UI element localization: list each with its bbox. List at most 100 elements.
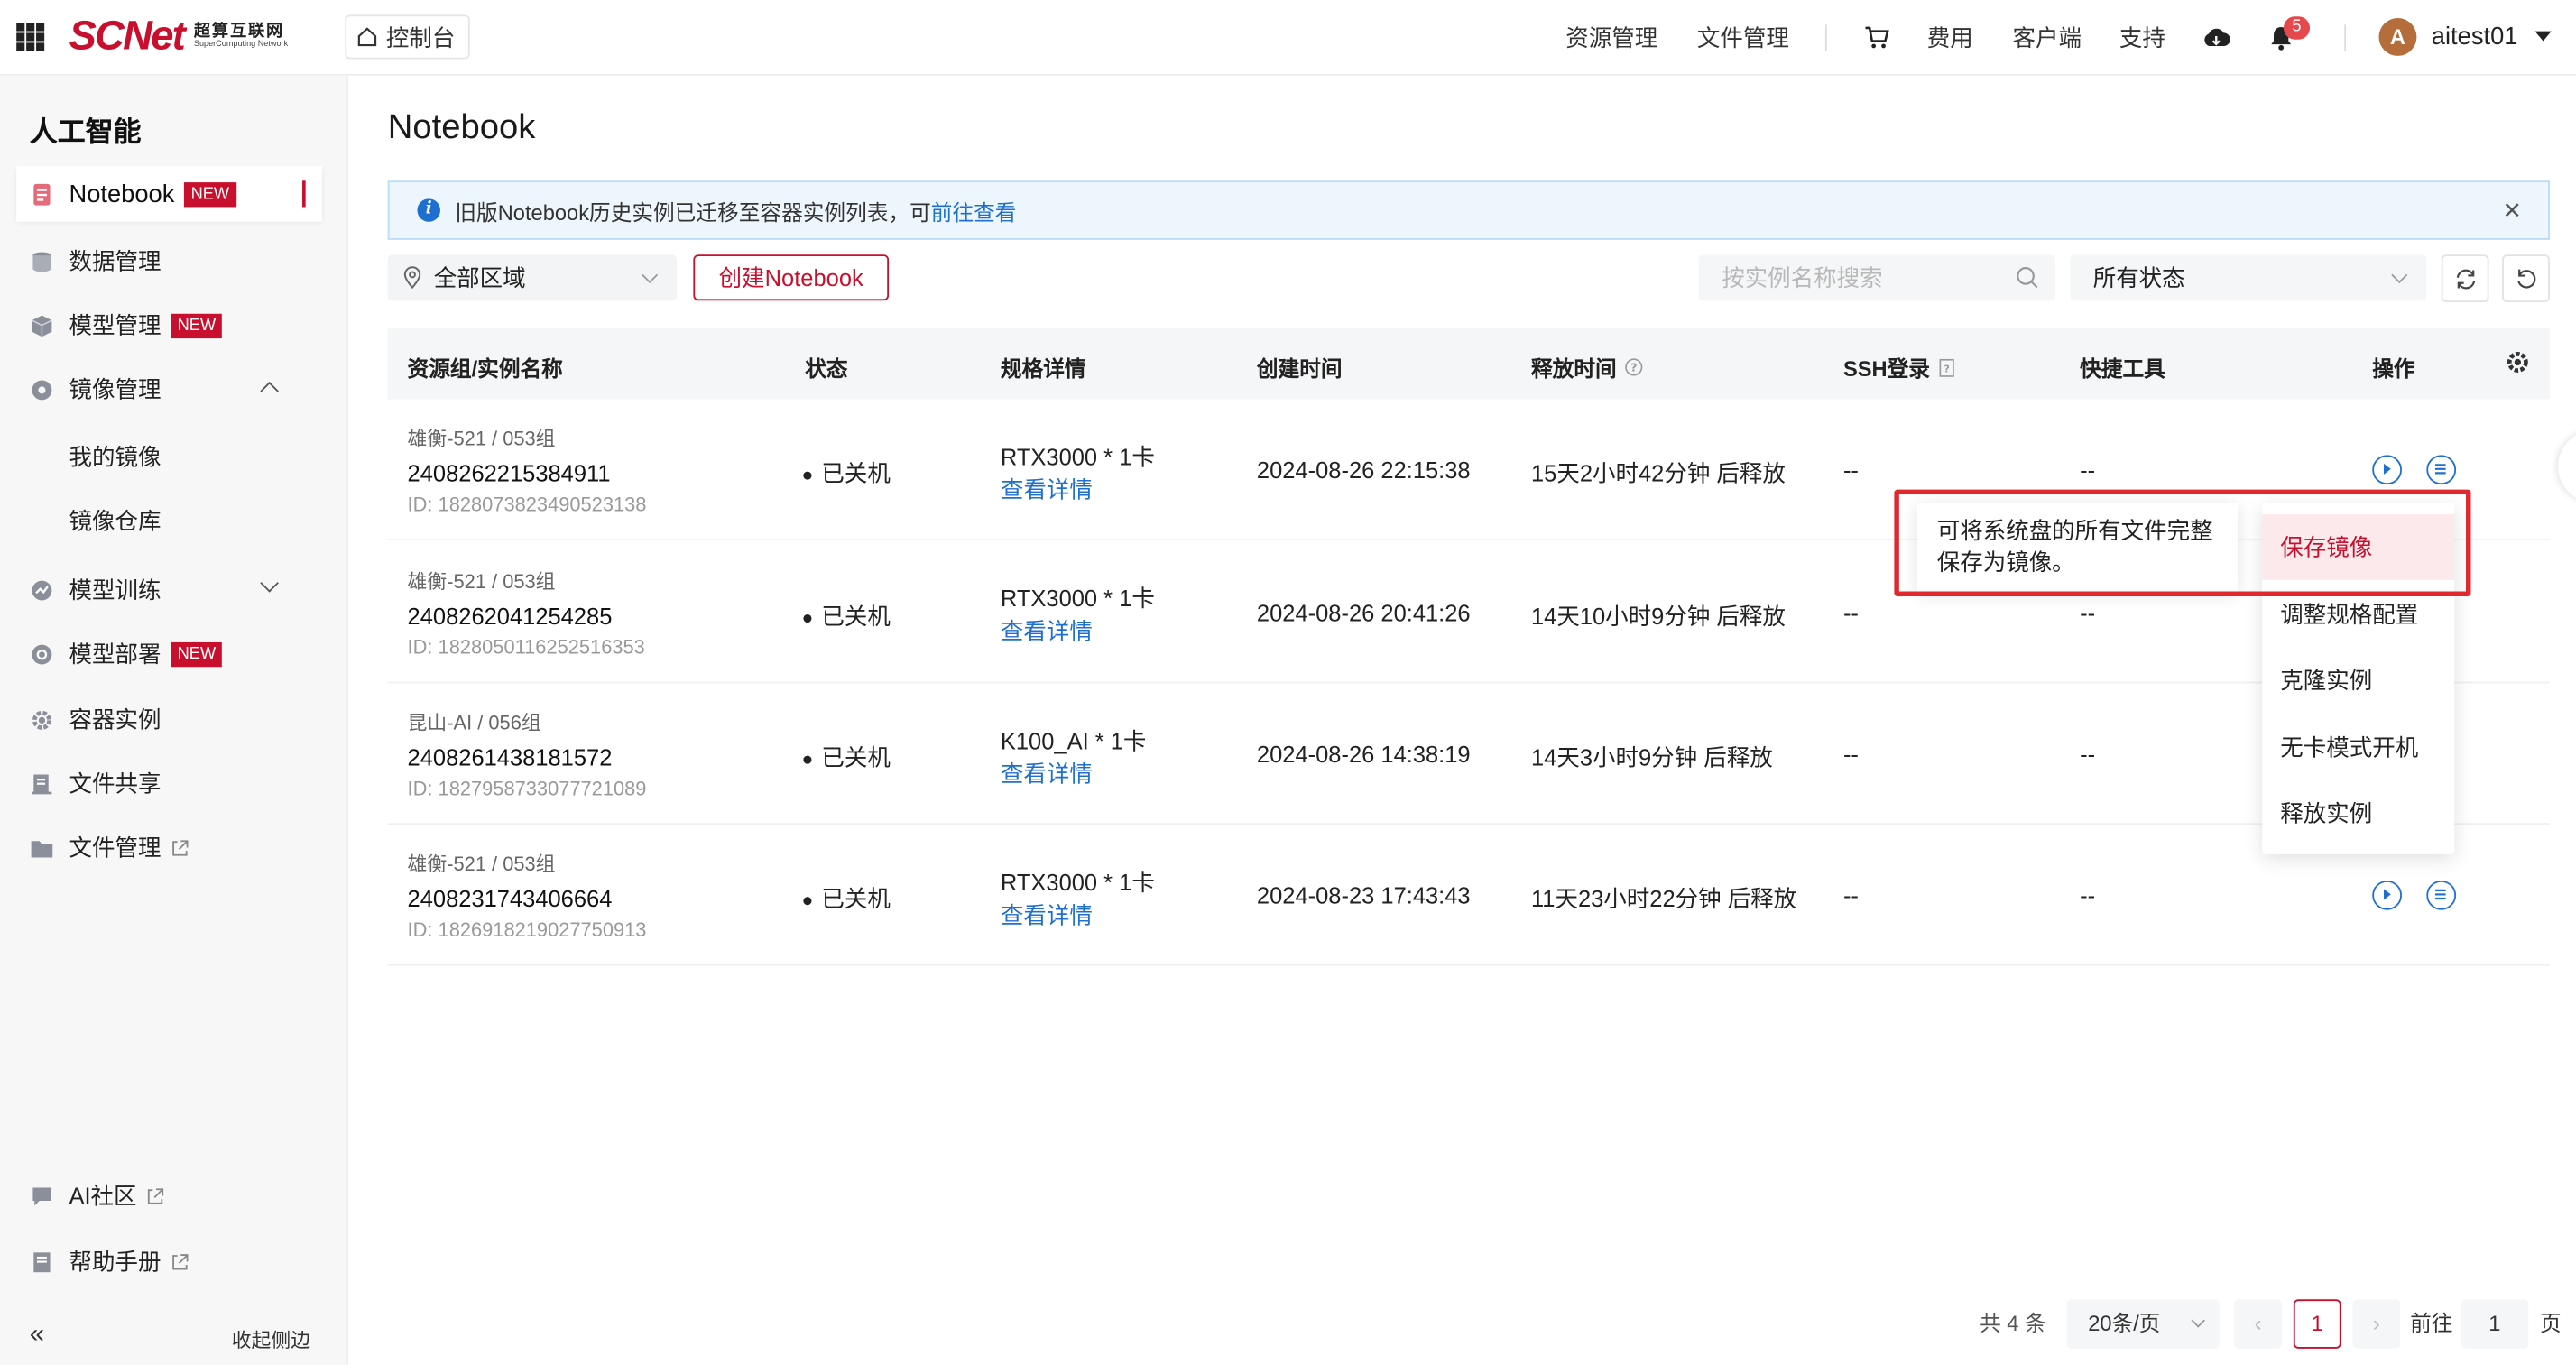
search-input[interactable]: [1698, 254, 2011, 301]
file-share-icon: [32, 773, 52, 794]
view-details-link[interactable]: 查看详情: [1001, 614, 1093, 647]
sync-icon: [2455, 268, 2475, 289]
cloud-download-icon[interactable]: [2202, 0, 2231, 76]
ssh-value: --: [1842, 741, 1859, 768]
col-header: 释放时间: [1530, 356, 1617, 382]
nav-support[interactable]: 支持: [2119, 0, 2165, 76]
menu-item-cardless-boot[interactable]: 无卡模式开机: [2262, 715, 2454, 780]
cube-icon: [32, 314, 52, 337]
nav-client-label: 客户端: [2012, 24, 2082, 51]
sidebar-item-model-deploy[interactable]: 模型部署 NEW: [16, 626, 322, 682]
instance-id: ID: 1828073823490523138: [407, 493, 647, 516]
tools-value: --: [2080, 741, 2096, 768]
divider: [1824, 24, 1827, 51]
sidebar-item-image-repo[interactable]: 镜像仓库: [69, 504, 161, 537]
sidebar-item-model-training[interactable]: 模型训练: [16, 562, 322, 618]
nav-billing-label: 费用: [1926, 24, 1973, 51]
chevron-down-icon: [260, 574, 279, 593]
notice-banner: i 旧版Notebook历史实例已迁移至容器实例列表，可 前往查看 ✕: [387, 180, 2550, 240]
sidebar-item-label: 文件管理: [69, 834, 162, 862]
training-icon: [32, 579, 52, 600]
sidebar-item-notebook[interactable]: Notebook NEW: [16, 165, 322, 222]
release-time: 14天3小时9分钟 后释放: [1530, 743, 1773, 770]
region-select[interactable]: 全部区域: [387, 254, 678, 301]
table-row: 雄衡-521 / 053组 2408231743406664 ID: 18269…: [387, 825, 2550, 966]
page-number-current[interactable]: 1: [2293, 1299, 2341, 1349]
more-menu-icon[interactable]: [2426, 455, 2457, 485]
sidebar-item-model-management[interactable]: 模型管理 NEW: [16, 298, 322, 354]
nav-support-label: 支持: [2119, 24, 2165, 51]
help-circle-icon[interactable]: ?: [1625, 358, 1643, 376]
disc-icon: [32, 379, 52, 400]
sidebar-item-label: 帮助手册: [69, 1248, 162, 1275]
folder-icon: [31, 840, 53, 857]
nav-resource-label: 资源管理: [1565, 24, 1658, 51]
gear-icon[interactable]: [2506, 350, 2530, 374]
chat-icon: [32, 1186, 51, 1205]
page-suffix: 页: [2539, 1310, 2562, 1336]
sidebar-item-data-management[interactable]: 数据管理: [16, 234, 322, 290]
menu-item-release-instance[interactable]: 释放实例: [2262, 780, 2454, 846]
prev-page-button[interactable]: ‹: [2234, 1299, 2283, 1349]
console-button[interactable]: 控制台: [345, 14, 470, 60]
sidebar-item-file-management[interactable]: 文件管理: [16, 820, 322, 876]
page-size-select[interactable]: 20条/页: [2066, 1299, 2220, 1349]
status-text: 已关机: [821, 743, 891, 770]
svg-text:?: ?: [1944, 363, 1949, 374]
col-header-release: 释放时间 ?: [1531, 352, 1643, 383]
sync-button[interactable]: [2441, 254, 2489, 303]
status-filter-select[interactable]: 所有状态: [2070, 254, 2427, 301]
app-grid-icon[interactable]: [16, 23, 45, 51]
sidebar-item-label: 容器实例: [69, 706, 162, 733]
avatar[interactable]: A: [2378, 18, 2417, 56]
nav-client[interactable]: 客户端: [2012, 0, 2081, 76]
table-row: 昆山-AI / 056组 2408261438181572 ID: 182795…: [387, 683, 2550, 825]
side-panel-handle[interactable]: [2557, 430, 2576, 503]
sidebar-item-label: 文件共享: [69, 770, 162, 798]
start-icon[interactable]: [2372, 880, 2403, 910]
start-icon[interactable]: [2372, 455, 2403, 485]
created-time: 2024-08-26 20:41:26: [1256, 599, 1471, 626]
doc-icon[interactable]: ?: [1938, 357, 1954, 377]
status-dot: [803, 471, 812, 480]
spec-text: K100_AI * 1卡: [1000, 727, 1147, 754]
view-details-link[interactable]: 查看详情: [1001, 899, 1093, 931]
goto-page-input[interactable]: 1: [2461, 1299, 2529, 1349]
col-header: 资源组/实例名称: [407, 356, 563, 382]
nav-billing[interactable]: 费用: [1927, 0, 1973, 76]
sidebar-item-my-images[interactable]: 我的镜像: [69, 440, 161, 473]
scnet-logo[interactable]: SCNet 超算互联网 SuperComputing Network: [69, 13, 288, 60]
sidebar-item-container-instance[interactable]: 容器实例: [16, 692, 322, 748]
sidebar-item-help-manual[interactable]: 帮助手册: [16, 1233, 322, 1289]
collapse-label: 收起侧边: [231, 1329, 311, 1352]
notification-badge: 5: [2283, 16, 2311, 40]
sidebar-item-file-share[interactable]: 文件共享: [16, 756, 322, 812]
sidebar-item-label: 模型部署: [69, 641, 162, 668]
tools-value: --: [2080, 457, 2096, 484]
menu-item-clone-instance[interactable]: 克隆实例: [2262, 647, 2454, 713]
sidebar-item-image-management[interactable]: 镜像管理: [16, 362, 322, 418]
notice-link[interactable]: 前往查看: [931, 195, 1017, 226]
next-page-button[interactable]: ›: [2352, 1299, 2401, 1349]
create-notebook-button[interactable]: 创建Notebook: [693, 254, 890, 301]
divider: [2344, 24, 2347, 51]
caret-down-icon[interactable]: [2534, 31, 2552, 42]
spec-text: RTX3000 * 1卡: [1000, 443, 1155, 470]
username[interactable]: aitest01: [2432, 23, 2518, 51]
total-count: 共 4 条: [1980, 1310, 2046, 1336]
notebook-icon: [33, 183, 51, 205]
logo-cn-text: 超算互联网: [193, 22, 285, 41]
nav-file-management[interactable]: 文件管理: [1697, 0, 1789, 76]
refresh-button[interactable]: [2502, 254, 2550, 303]
resource-group: 雄衡-521 / 053组: [407, 427, 556, 450]
close-icon[interactable]: ✕: [2503, 197, 2522, 225]
view-details-link[interactable]: 查看详情: [1001, 757, 1093, 789]
sidebar-item-ai-community[interactable]: AI社区: [16, 1168, 322, 1224]
nav-resource-management[interactable]: 资源管理: [1565, 0, 1657, 76]
search-icon[interactable]: [2016, 266, 2038, 289]
more-menu-icon[interactable]: [2426, 880, 2457, 910]
cart-icon[interactable]: [1865, 0, 1889, 76]
status-text: 已关机: [821, 885, 891, 912]
database-icon: [32, 251, 51, 272]
view-details-link[interactable]: 查看详情: [1001, 473, 1093, 505]
